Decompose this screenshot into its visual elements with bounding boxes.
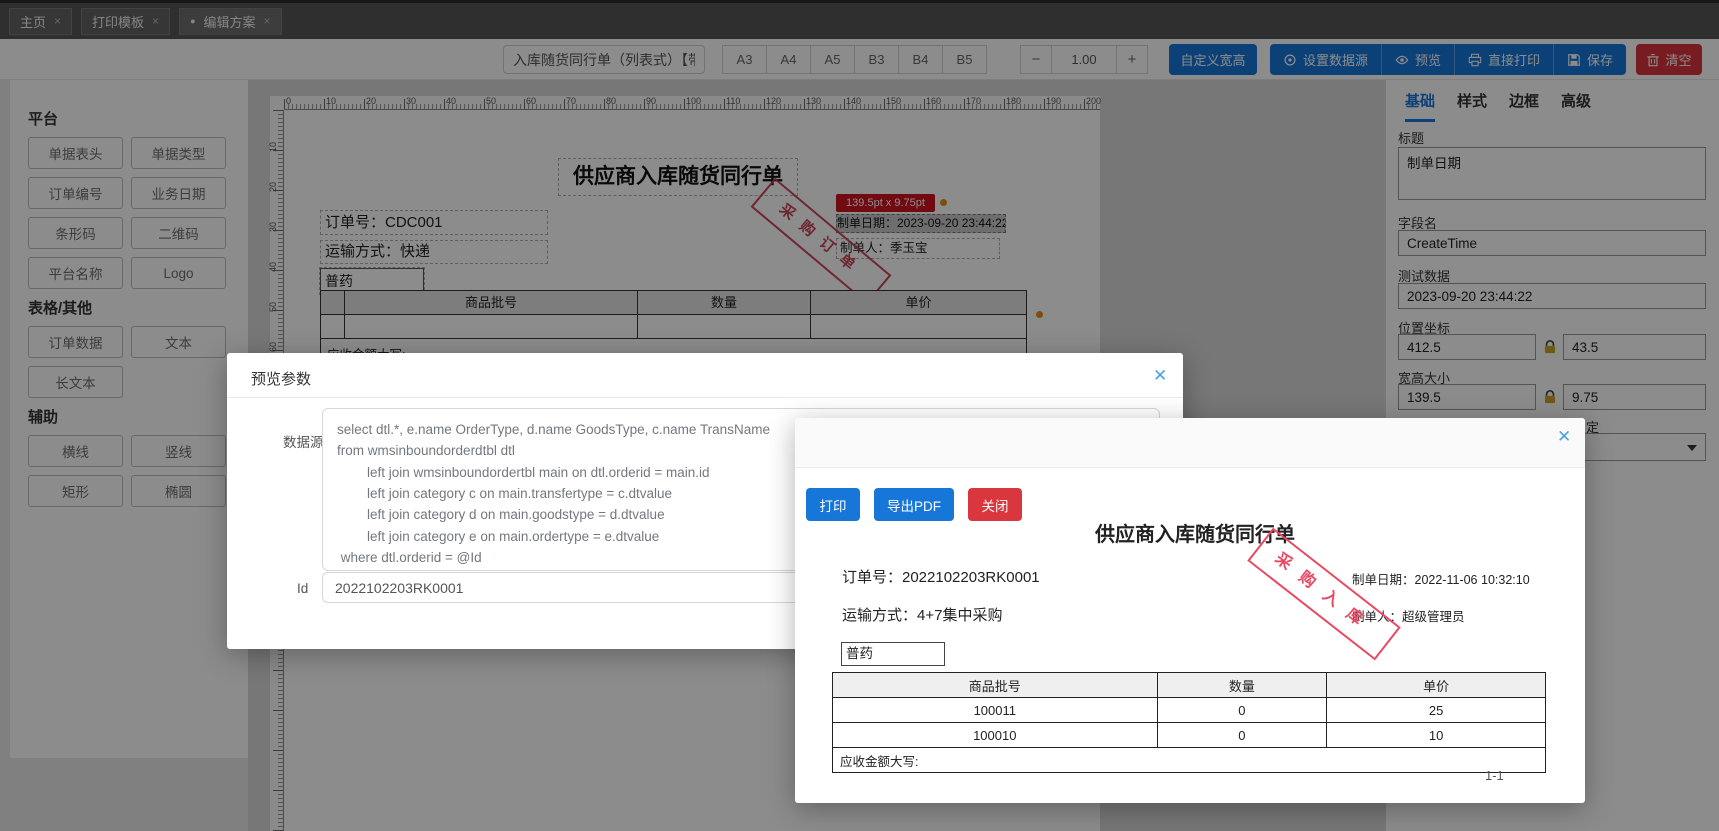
preview-table: 商品批号 数量 单价 100011 0 25 100010 0 10 应收金额大写: [832,672,1546,773]
preview-table-footer: 应收金额大写: [832,747,1546,773]
print-preview-dialog: ✕ 打印 导出PDF 关闭 供应商入库随货同行单 订单号：2022102203R… [795,418,1585,803]
preview-goods-type: 普药 [841,642,945,666]
preview-col-header: 数量 [1156,672,1328,698]
close-icon[interactable]: ✕ [1153,367,1167,384]
preview-table-cell: 100010 [832,722,1158,748]
preview-table-cell: 0 [1156,722,1328,748]
preview-transport: 运输方式：4+7集中采购 [842,607,1003,624]
datasource-label: 数据源 [283,435,324,450]
preview-col-header: 单价 [1326,672,1546,698]
id-label: Id [297,581,309,596]
dialog-header [795,418,1585,468]
preview-footer-cell: 应收金额大写: [832,747,1546,773]
app-root: 主页×打印模板×●编辑方案× A3A4A5B3B4B5 − + 自定义宽高 设置… [0,0,1719,831]
preview-doc-title: 供应商入库随货同行单 [1095,524,1295,546]
preview-table-cell: 0 [1156,697,1328,723]
preview-table-header-row: 商品批号 数量 单价 [832,672,1546,698]
preview-make-date: 制单日期：2022-11-06 10:32:10 [1352,573,1530,587]
preview-table-cell: 10 [1326,722,1546,748]
export-pdf-button[interactable]: 导出PDF [874,488,954,521]
close-icon[interactable]: ✕ [1557,428,1571,445]
preview-table-cell: 100011 [832,697,1158,723]
preview-table-row: 100010 0 10 [832,722,1546,748]
preview-stamp: 采购入库 [1247,527,1401,661]
page-indicator: 1-1 [1485,768,1504,783]
preview-table-cell: 25 [1326,697,1546,723]
preview-col-header: 商品批号 [832,672,1158,698]
print-button[interactable]: 打印 [806,488,860,521]
preview-order-no: 订单号：2022102203RK0001 [842,569,1040,586]
dialog-title: 预览参数 [251,371,312,388]
dialog-divider [227,397,1183,398]
close-button[interactable]: 关闭 [968,488,1022,521]
preview-table-row: 100011 0 25 [832,697,1546,723]
